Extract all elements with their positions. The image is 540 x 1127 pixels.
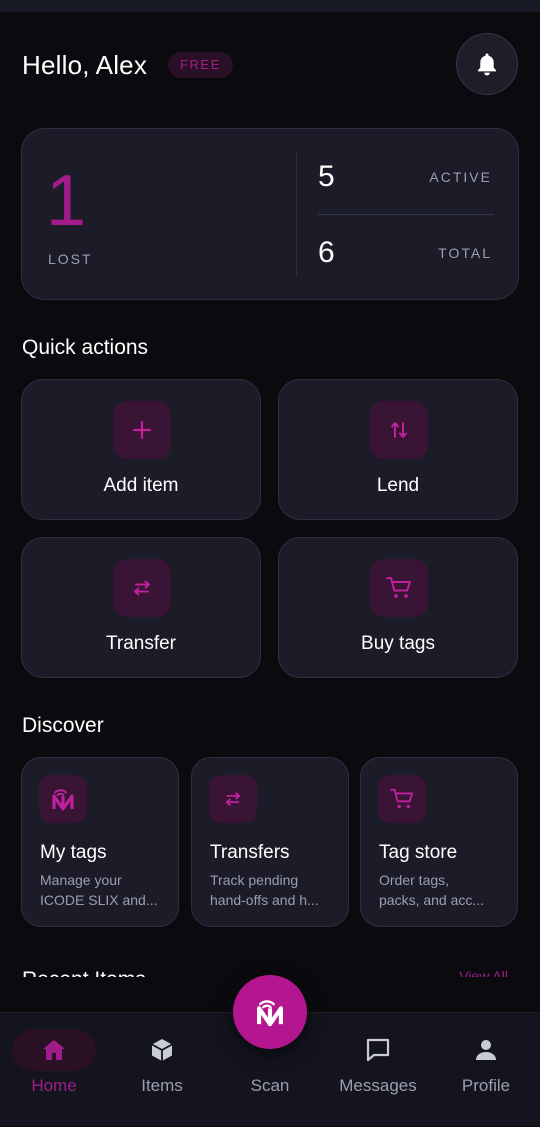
swap-horizontal-icon xyxy=(209,775,257,823)
swap-vertical-icon xyxy=(370,401,428,459)
view-all-link[interactable]: View All xyxy=(459,968,508,977)
description-line: Manage your xyxy=(40,872,122,888)
discover-card-title: My tags xyxy=(40,842,107,863)
stats-divider-horizontal xyxy=(318,214,494,215)
description-line: hand-offs and h... xyxy=(210,892,319,908)
greeting-title: Hello, Alex xyxy=(22,50,148,80)
cart-icon xyxy=(378,775,426,823)
description-line: ICODE SLIX and... xyxy=(40,892,158,908)
description-line: packs, and acc... xyxy=(379,892,485,908)
discover-card-transfers[interactable]: Transfers Track pending hand-offs and h.… xyxy=(191,757,349,927)
active-label: ACTIVE xyxy=(429,169,492,185)
home-screen: Hello, Alex FREE 1 LOST 5 ACTIVE 6 TOTAL… xyxy=(0,0,540,1126)
buy-tags-label: Buy tags xyxy=(361,633,435,654)
status-bar xyxy=(0,0,540,12)
description-line: Track pending xyxy=(210,872,299,888)
quick-actions-title: Quick actions xyxy=(22,336,149,359)
description-line: Order tags, xyxy=(379,872,450,888)
plus-icon xyxy=(113,401,171,459)
transfer-button[interactable]: Transfer xyxy=(21,537,261,678)
nav-messages-label: Messages xyxy=(339,1076,417,1095)
active-count: 5 xyxy=(318,160,335,193)
nfc-logo-icon xyxy=(257,1000,283,1027)
discover-card-tag-store[interactable]: Tag store Order tags, packs, and acc... xyxy=(360,757,518,927)
nfc-logo-icon xyxy=(39,775,87,823)
discover-card-my-tags[interactable]: My tags Manage your ICODE SLIX and... xyxy=(21,757,179,927)
lost-label: LOST xyxy=(48,251,93,267)
add-item-button[interactable]: Add item xyxy=(21,379,261,520)
nav-home-label: Home xyxy=(31,1076,77,1095)
lost-count: 1 xyxy=(46,161,87,241)
nav-items[interactable]: Items xyxy=(108,1013,216,1127)
home-icon xyxy=(12,1029,96,1071)
plan-badge: FREE xyxy=(168,52,234,78)
discover-card-description: Manage your ICODE SLIX and... xyxy=(40,870,166,910)
lend-button[interactable]: Lend xyxy=(278,379,518,520)
add-item-label: Add item xyxy=(103,475,179,496)
notifications-button[interactable] xyxy=(456,33,518,95)
item-stats-card[interactable]: 1 LOST 5 ACTIVE 6 TOTAL xyxy=(21,128,519,300)
total-count: 6 xyxy=(318,236,335,269)
nav-scan-label: Scan xyxy=(250,1076,290,1095)
stats-divider-vertical xyxy=(296,153,297,277)
lend-label: Lend xyxy=(376,475,420,496)
discover-title: Discover xyxy=(22,714,104,737)
discover-card-title: Transfers xyxy=(210,842,290,863)
cart-icon xyxy=(370,559,428,617)
person-icon xyxy=(444,1029,528,1071)
discover-card-title: Tag store xyxy=(379,842,458,863)
recent-items-title: Recent Items xyxy=(22,968,146,977)
nav-home[interactable]: Home xyxy=(0,1013,108,1127)
swap-horizontal-icon xyxy=(113,559,171,617)
transfer-label: Transfer xyxy=(105,633,177,654)
nav-messages[interactable]: Messages xyxy=(324,1013,432,1127)
nav-items-label: Items xyxy=(141,1076,183,1095)
discover-card-description: Track pending hand-offs and h... xyxy=(210,870,336,910)
chat-icon xyxy=(336,1029,420,1071)
nav-profile-label: Profile xyxy=(461,1076,511,1095)
total-label: TOTAL xyxy=(438,245,492,261)
discover-card-description: Order tags, packs, and acc... xyxy=(379,870,505,910)
nav-profile[interactable]: Profile xyxy=(432,1013,540,1127)
scan-button[interactable] xyxy=(233,975,307,1049)
bell-icon xyxy=(478,53,496,76)
box-icon xyxy=(120,1029,204,1071)
buy-tags-button[interactable]: Buy tags xyxy=(278,537,518,678)
